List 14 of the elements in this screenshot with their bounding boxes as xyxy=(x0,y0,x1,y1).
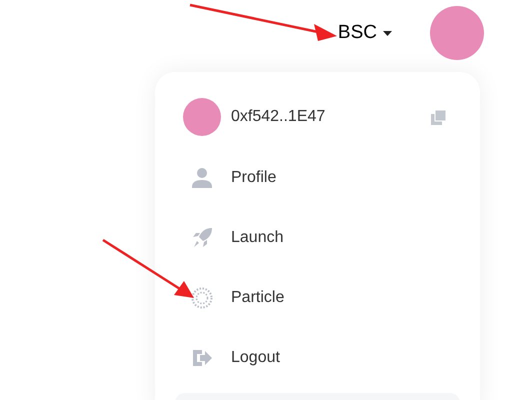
menu-item[interactable]: Launch xyxy=(183,208,452,268)
network-selector[interactable]: BSC xyxy=(338,18,392,48)
menu-item[interactable]: Logout xyxy=(183,328,452,388)
logout-icon xyxy=(191,347,213,369)
copy-icon[interactable] xyxy=(431,110,446,124)
menu-item[interactable]: Profile xyxy=(183,148,452,208)
spiral-dots-icon xyxy=(191,287,213,309)
wallet-address: 0xf542..1E47 xyxy=(231,107,326,127)
menu-item[interactable]: Particle xyxy=(183,268,452,328)
rocket-icon xyxy=(191,227,213,249)
person-icon xyxy=(191,167,213,189)
avatar xyxy=(183,98,221,136)
caret-icon xyxy=(383,30,392,36)
avatar-button[interactable] xyxy=(430,6,484,60)
